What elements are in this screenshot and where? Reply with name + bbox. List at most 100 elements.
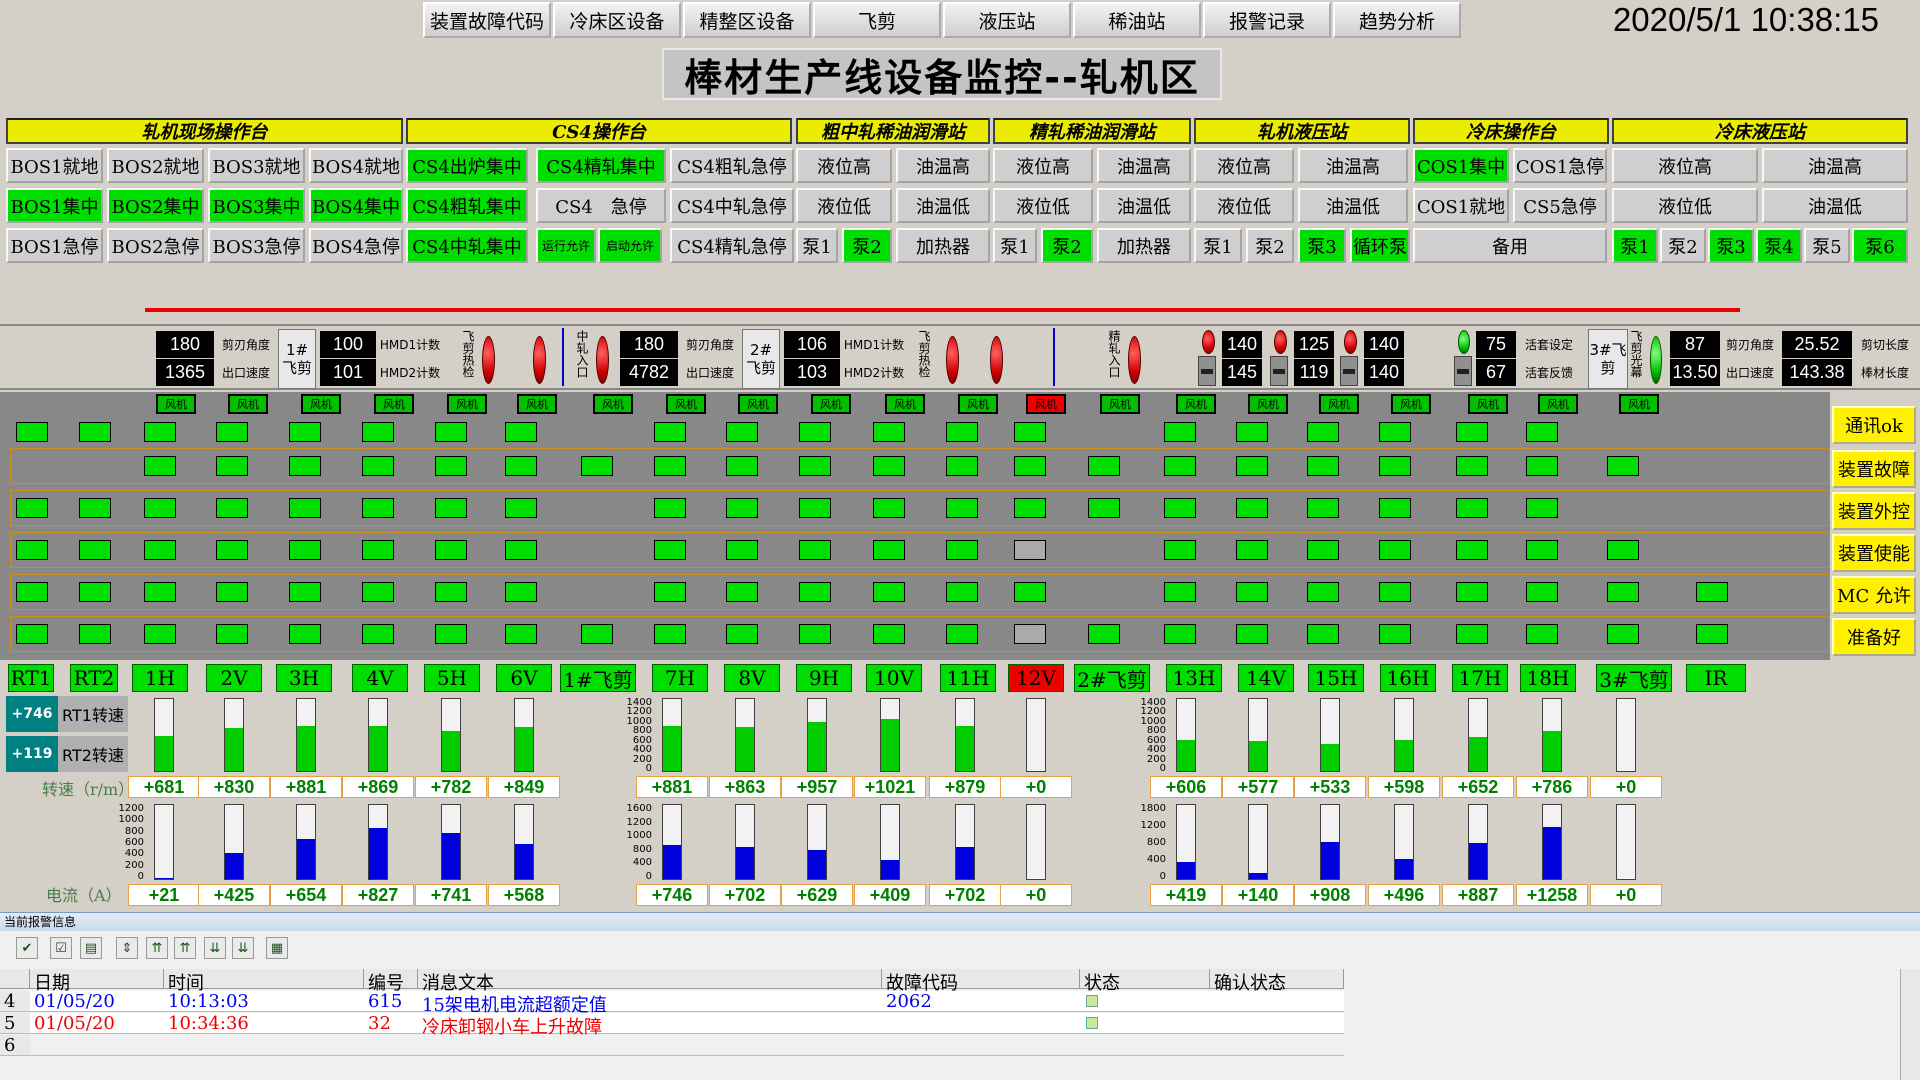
panel-0-button[interactable]: BOS3就地 xyxy=(208,148,305,183)
next-icon[interactable]: ⇊ xyxy=(204,937,226,959)
panel-1-button[interactable]: 运行允许 xyxy=(536,228,596,263)
panel-3-button[interactable]: 泵2 xyxy=(1041,228,1093,263)
panel-0-button[interactable]: BOS1集中 xyxy=(6,188,103,223)
panel-3-button[interactable]: 加热器 xyxy=(1097,228,1191,263)
side-status-button[interactable]: 装置故障 xyxy=(1832,450,1916,488)
panel-0-button[interactable]: BOS2集中 xyxy=(107,188,204,223)
nav-button-0[interactable]: 装置故障代码 xyxy=(423,2,551,38)
panel-5-button[interactable]: COS1就地 xyxy=(1413,188,1509,223)
sort-icon[interactable]: ⇕ xyxy=(116,937,138,959)
panel-1-button[interactable]: CS4精轧集中 xyxy=(536,148,666,183)
panel-5-button[interactable]: COS1急停 xyxy=(1513,148,1607,183)
settings-icon[interactable]: ▦ xyxy=(266,937,288,959)
nav-button-2[interactable]: 精整区设备 xyxy=(683,2,811,38)
looper-slider[interactable] xyxy=(1270,356,1288,386)
list-icon[interactable]: ▤ xyxy=(80,937,102,959)
panel-6-button[interactable]: 泵4 xyxy=(1756,228,1802,263)
panel-6-button[interactable]: 液位低 xyxy=(1612,188,1758,223)
panel-3-button[interactable]: 液位低 xyxy=(993,188,1093,223)
panel-1-button[interactable]: CS4中轧急停 xyxy=(670,188,794,223)
panel-3-button[interactable]: 液位高 xyxy=(993,148,1093,183)
first-icon[interactable]: ⇈ xyxy=(146,937,168,959)
shear-speed-value: 1365 xyxy=(156,359,214,386)
panel-5-button[interactable]: 备用 xyxy=(1413,228,1607,263)
panel-2-button[interactable]: 油温高 xyxy=(896,148,990,183)
panel-1-button[interactable]: CS4中轧集中 xyxy=(406,228,528,263)
panel-0-button[interactable]: BOS4集中 xyxy=(309,188,403,223)
alarm-scrollbar[interactable] xyxy=(1900,969,1920,1080)
panel-3-button[interactable]: 泵1 xyxy=(993,228,1037,263)
panel-3-button[interactable]: 油温高 xyxy=(1097,148,1191,183)
panel-6-button[interactable]: 油温低 xyxy=(1762,188,1908,223)
panel-0-button[interactable]: BOS4急停 xyxy=(309,228,403,263)
side-status-button[interactable]: 通讯ok xyxy=(1832,406,1916,444)
panel-4-button[interactable]: 泵2 xyxy=(1246,228,1294,263)
looper-slider[interactable] xyxy=(1198,356,1216,386)
panel-2-button[interactable]: 泵1 xyxy=(796,228,838,263)
panel-0-button[interactable]: BOS1急停 xyxy=(6,228,103,263)
side-status-button[interactable]: MC 允许 xyxy=(1832,576,1916,614)
panel-1-button[interactable]: CS4粗轧集中 xyxy=(406,188,528,223)
checklist-icon[interactable]: ☑ xyxy=(50,937,72,959)
nav-button-3[interactable]: 飞剪 xyxy=(813,2,941,38)
panel-4-button[interactable]: 油温低 xyxy=(1298,188,1408,223)
panel-0-button[interactable]: BOS3急停 xyxy=(208,228,305,263)
panel-1-button[interactable]: CS4精轧急停 xyxy=(670,228,794,263)
panel-5-button[interactable]: CS5急停 xyxy=(1513,188,1607,223)
panel-6-button[interactable]: 泵3 xyxy=(1708,228,1754,263)
panel-6-button[interactable]: 液位高 xyxy=(1612,148,1758,183)
panel-6-button[interactable]: 泵2 xyxy=(1660,228,1706,263)
nav-button-7[interactable]: 趋势分析 xyxy=(1333,2,1461,38)
panel-6-button[interactable]: 泵5 xyxy=(1804,228,1850,263)
nav-button-5[interactable]: 稀油站 xyxy=(1073,2,1201,38)
side-status-button[interactable]: 装置外控 xyxy=(1832,492,1916,530)
nav-button-6[interactable]: 报警记录 xyxy=(1203,2,1331,38)
panel-0-button[interactable]: BOS1就地 xyxy=(6,148,103,183)
looper-slider[interactable] xyxy=(1454,356,1472,386)
panel-1-button[interactable]: CS4出炉集中 xyxy=(406,148,528,183)
panel-2-button[interactable]: 加热器 xyxy=(896,228,990,263)
panel-0-button[interactable]: BOS3集中 xyxy=(208,188,305,223)
panel-2-button[interactable]: 液位低 xyxy=(796,188,892,223)
nav-button-1[interactable]: 冷床区设备 xyxy=(553,2,681,38)
nav-button-4[interactable]: 液压站 xyxy=(943,2,1071,38)
panel-6-button[interactable]: 泵6 xyxy=(1852,228,1908,263)
panel-2-button[interactable]: 泵2 xyxy=(842,228,892,263)
alarm-header-1[interactable]: 时间 xyxy=(164,969,364,989)
panel-1-button[interactable]: 启动允许 xyxy=(598,228,662,263)
alarm-header-4[interactable]: 故障代码 xyxy=(882,969,1080,989)
alarm-header-6[interactable]: 确认状态 xyxy=(1210,969,1344,989)
side-status-button[interactable]: 装置使能 xyxy=(1832,534,1916,572)
panel-4-button[interactable]: 液位低 xyxy=(1194,188,1294,223)
last-icon[interactable]: ⇊ xyxy=(232,937,254,959)
panel-1-button[interactable]: CS4粗轧急停 xyxy=(670,148,794,183)
axis-tick: 1200 xyxy=(612,818,652,828)
clock: 2020/5/1 10:38:15 xyxy=(1576,0,1916,40)
prev-icon[interactable]: ⇈ xyxy=(174,937,196,959)
panel-6-button[interactable]: 油温高 xyxy=(1762,148,1908,183)
panel-6-button[interactable]: 泵1 xyxy=(1612,228,1658,263)
alarm-header-0[interactable]: 日期 xyxy=(30,969,164,989)
panel-4-button[interactable]: 泵1 xyxy=(1194,228,1242,263)
panel-4-button[interactable]: 液位高 xyxy=(1194,148,1294,183)
gauge-value: +0 xyxy=(1000,884,1072,906)
alarm-header-5[interactable]: 状态 xyxy=(1080,969,1210,989)
alarm-header-3[interactable]: 消息文本 xyxy=(418,969,882,989)
panel-5-button[interactable]: COS1集中 xyxy=(1413,148,1509,183)
panel-4-button[interactable]: 油温高 xyxy=(1298,148,1408,183)
panel-0-button[interactable]: BOS2急停 xyxy=(107,228,204,263)
stand-label-13: 11H xyxy=(940,664,996,692)
status-lamp xyxy=(873,456,905,476)
panel-4-button[interactable]: 泵3 xyxy=(1298,228,1346,263)
side-status-button[interactable]: 准备好 xyxy=(1832,618,1916,656)
acknowledge-icon[interactable]: ✔ xyxy=(16,937,38,959)
panel-0-button[interactable]: BOS4就地 xyxy=(309,148,403,183)
panel-0-button[interactable]: BOS2就地 xyxy=(107,148,204,183)
panel-2-button[interactable]: 油温低 xyxy=(896,188,990,223)
panel-1-button[interactable]: CS4 急停 xyxy=(536,188,666,223)
panel-2-button[interactable]: 液位高 xyxy=(796,148,892,183)
looper-slider[interactable] xyxy=(1340,356,1358,386)
alarm-header-2[interactable]: 编号 xyxy=(364,969,418,989)
panel-4-button[interactable]: 循环泵 xyxy=(1350,228,1410,263)
panel-3-button[interactable]: 油温低 xyxy=(1097,188,1191,223)
